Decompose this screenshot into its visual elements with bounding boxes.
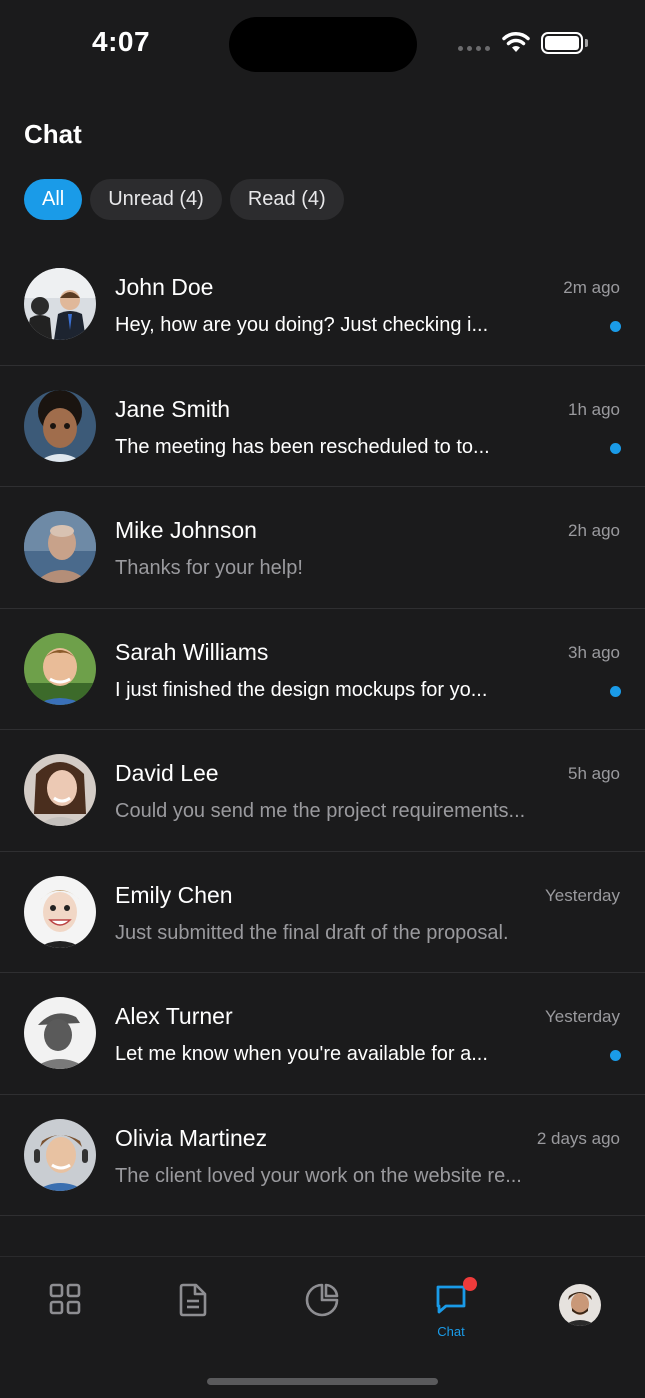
chat-time: 3h ago [568,642,620,662]
battery-cap [585,39,588,47]
status-bar: 4:07 [0,0,645,90]
chat-row-john-doe[interactable]: John Doe 2m ago Hey, how are you doing? … [0,244,645,366]
chat-preview: The client loved your work on the websit… [115,1164,522,1187]
chat-time: 2m ago [563,278,620,297]
chat-name: Sarah Williams [115,638,269,665]
chat-row-alex-turner[interactable]: Alex Turner Yesterday Let me know when y… [0,973,645,1095]
avatar [24,632,96,705]
tab-analytics[interactable] [292,1283,352,1343]
tab-profile[interactable] [550,1283,610,1343]
avatar [24,754,96,826]
chat-name: Alex Turner [115,1003,233,1029]
pie-chart-icon [305,1283,339,1322]
chat-row-mike-johnson[interactable]: Mike Johnson 2h ago Thanks for your help… [0,487,645,609]
chat-preview: I just finished the design mockups for y… [115,678,488,701]
avatar [24,875,96,948]
battery-icon [541,32,583,54]
chat-row-david-lee[interactable]: David Lee 5h ago Could you send me the p… [0,730,645,852]
status-time: 4:07 [92,26,151,57]
chat-preview: Could you send me the project requiremen… [115,800,526,822]
chat-time: Yesterday [545,1007,620,1026]
tab-dashboard[interactable] [35,1283,95,1343]
chat-row-olivia-martinez[interactable]: Olivia Martinez 2 days ago The client lo… [0,1095,645,1216]
tab-documents[interactable] [163,1283,223,1343]
chat-row-jane-smith[interactable]: Jane Smith 1h ago The meeting has been r… [0,366,645,487]
wifi-icon [500,30,532,59]
cellular-signal-icon [458,46,490,51]
home-indicator [207,1378,438,1385]
chat-preview: Let me know when you're available for a.… [115,1043,488,1065]
chat-time: 2h ago [568,521,620,540]
chat-name: Olivia Martinez [115,1124,268,1151]
unread-indicator [610,321,621,332]
filter-all-chip[interactable]: All [24,179,83,220]
chat-list: John Doe 2m ago Hey, how are you doing? … [0,244,645,1216]
unread-indicator [610,685,621,697]
chat-name: Emily Chen [115,881,233,908]
chat-row-sarah-williams[interactable]: Sarah Williams 3h ago I just finished th… [0,609,645,730]
chat-time: 1h ago [568,399,620,419]
chat-preview: Just submitted the final draft of the pr… [115,921,509,944]
page-title: Chat [24,119,82,149]
tab-bar: Chat [0,1256,645,1398]
chat-row-emily-chen[interactable]: Emily Chen Yesterday Just submitted the … [0,852,645,973]
chat-name: David Lee [115,760,219,786]
notification-badge [463,1277,477,1291]
tab-chat-label: Chat [437,1324,465,1339]
unread-indicator [610,442,621,454]
avatar [24,1118,96,1191]
chat-name: John Doe [115,274,214,300]
document-icon [177,1283,209,1322]
avatar [24,511,96,583]
chat-preview: Hey, how are you doing? Just checking i.… [115,314,489,336]
filter-read-chip[interactable]: Read (4) [229,179,344,220]
avatar [24,268,96,340]
dynamic-island [229,17,417,72]
filter-unread-chip[interactable]: Unread (4) [90,179,222,220]
filter-chips: All Unread (4) Read (4) [24,179,344,220]
profile-avatar [559,1284,601,1326]
chat-preview: Thanks for your help! [115,557,303,579]
grid-icon [49,1283,81,1320]
avatar [24,997,96,1069]
chat-time: Yesterday [545,885,620,905]
tab-chat[interactable]: Chat [421,1283,481,1343]
chat-bubble-icon [434,1283,468,1320]
chat-time: 2 days ago [536,1128,620,1148]
avatar [24,389,96,462]
unread-indicator [610,1050,621,1061]
chat-preview: The meeting has been rescheduled to to..… [115,435,490,458]
chat-name: Jane Smith [115,395,231,422]
chat-name: Mike Johnson [115,517,257,543]
chat-time: 5h ago [568,764,620,783]
